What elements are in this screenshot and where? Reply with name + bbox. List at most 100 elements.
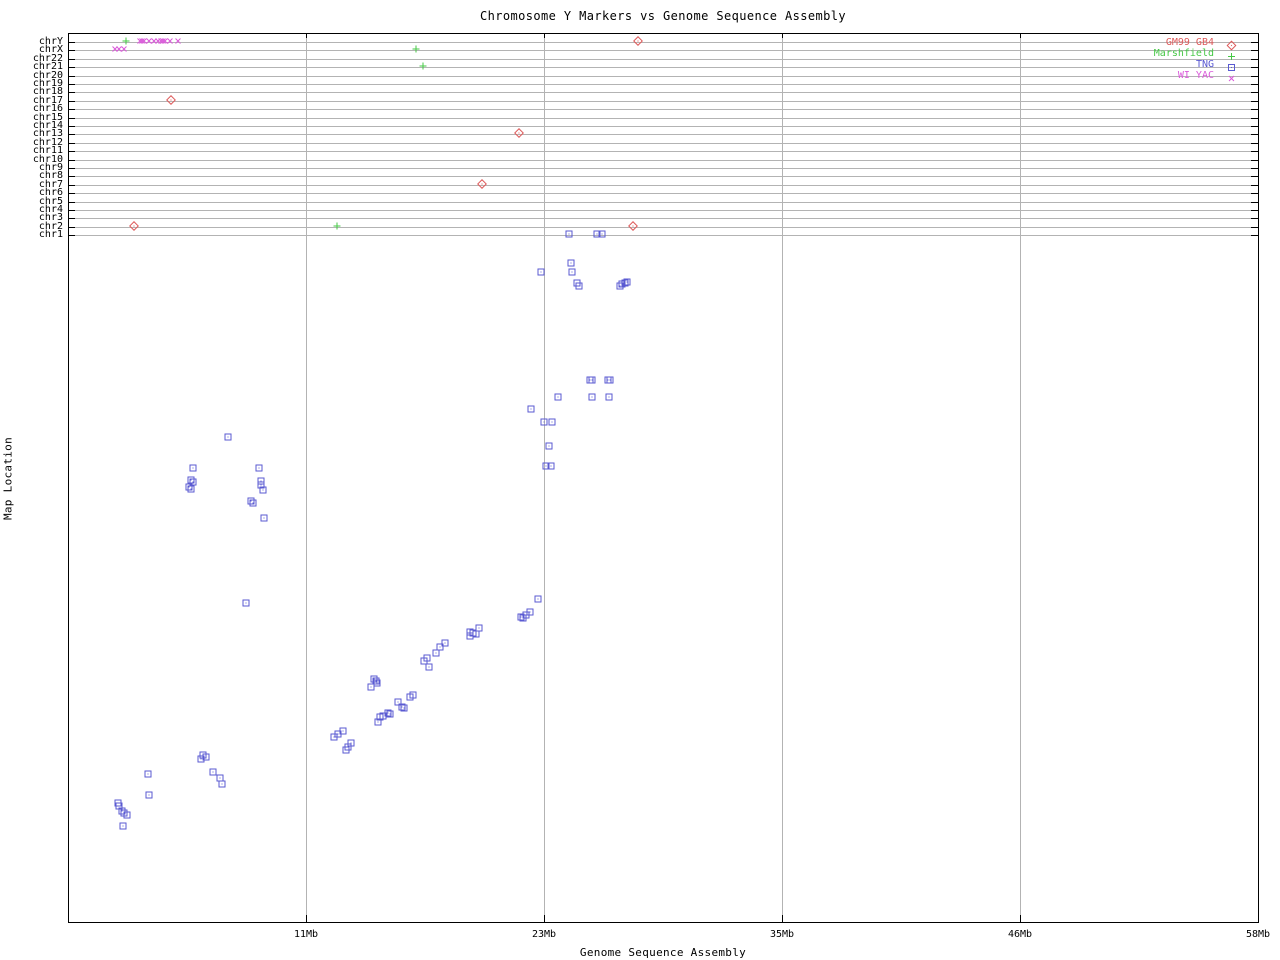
x-gridline — [782, 33, 783, 922]
marker-tng — [568, 268, 576, 276]
y-tick-right — [1251, 126, 1258, 127]
legend-marker-wi-yac — [1228, 75, 1235, 82]
marker-tng — [466, 632, 474, 640]
marker-tng — [588, 393, 596, 401]
marker-tng — [189, 464, 197, 472]
x-tick-label: 35Mb — [769, 929, 795, 940]
row-gridline — [68, 100, 1258, 102]
y-tick-left — [68, 100, 75, 102]
y-tick-left — [68, 109, 75, 111]
marker-gm99-gb4 — [628, 220, 639, 231]
y-tick-right — [1251, 117, 1258, 119]
y-tick-right — [1251, 84, 1258, 85]
marker-tng — [255, 464, 263, 472]
plot-border-right — [1258, 33, 1259, 922]
marker-tng — [224, 433, 232, 441]
y-tick-right — [1251, 201, 1258, 203]
legend-item-gm99-gb4: GM99 GB4 — [1020, 37, 1240, 51]
legend-item-tng: TNG — [1020, 59, 1240, 71]
marker-tng — [545, 442, 553, 450]
x-tick-label: 11Mb — [293, 929, 319, 940]
marker-tng — [432, 649, 440, 657]
marker-tng — [145, 791, 153, 799]
marker-tng — [606, 376, 614, 384]
y-tick-right — [1251, 142, 1258, 144]
y-tick-right — [1251, 67, 1258, 69]
y-axis-title: Map Location — [1, 436, 15, 521]
y-tick-right — [1251, 100, 1258, 102]
legend-item-marshfield: Marshfield — [1020, 48, 1240, 60]
marker-tng — [565, 230, 573, 238]
y-tick-left — [68, 226, 75, 228]
row-gridline — [68, 235, 1258, 237]
y-row-label-chr1: chr1 — [38, 229, 63, 241]
y-tick-right — [1251, 226, 1258, 228]
y-tick-right — [1251, 193, 1258, 195]
row-gridline — [68, 134, 1258, 136]
chart-title: Chromosome Y Markers vs Genome Sequence … — [480, 9, 846, 23]
marker-wi-yac — [174, 38, 181, 45]
marker-tng — [374, 718, 382, 726]
marker-tng — [567, 259, 575, 267]
y-tick-right — [1251, 134, 1258, 136]
x-tick-label: 46Mb — [1007, 929, 1033, 940]
y-tick-right — [1251, 75, 1258, 77]
legend-label-marshfield: Marshfield — [1153, 48, 1214, 59]
row-gridline — [68, 210, 1258, 211]
marker-tng — [588, 376, 596, 384]
marker-tng — [472, 630, 480, 638]
row-gridline — [68, 218, 1258, 220]
row-gridline — [68, 159, 1258, 161]
marker-marshfield — [333, 222, 341, 230]
x-axis-title: Genome Sequence Assembly — [579, 946, 747, 959]
marker-marshfield — [122, 37, 130, 45]
y-tick-left — [68, 67, 75, 69]
marker-gm99-gb4 — [477, 178, 488, 189]
y-tick-left — [68, 117, 75, 119]
marker-tng — [260, 514, 268, 522]
y-tick-left — [68, 42, 75, 43]
row-gridline — [68, 184, 1258, 186]
marker-gm99-gb4 — [514, 128, 525, 139]
legend-label-wi-yac: WI YAC — [1177, 70, 1214, 81]
y-tick-right — [1251, 218, 1258, 220]
x-tick-bottom — [306, 915, 307, 922]
marker-tng — [527, 405, 535, 413]
chart-canvas: Chromosome Y Markers vs Genome Sequence … — [0, 0, 1280, 960]
marker-tng — [197, 755, 205, 763]
y-tick-left — [68, 151, 75, 153]
marker-tng — [123, 811, 131, 819]
marker-tng — [406, 693, 414, 701]
marker-marshfield — [419, 62, 427, 70]
row-gridline — [68, 201, 1258, 203]
y-tick-right — [1251, 50, 1258, 52]
x-tick-bottom — [544, 915, 545, 922]
y-tick-right — [1251, 210, 1258, 211]
row-gridline — [68, 117, 1258, 119]
y-tick-right — [1251, 176, 1258, 178]
y-tick-left — [68, 210, 75, 211]
y-tick-left — [68, 159, 75, 161]
y-tick-left — [68, 126, 75, 127]
y-tick-right — [1251, 58, 1258, 60]
marker-tng — [623, 278, 631, 286]
x-tick-label: 23Mb — [531, 929, 557, 940]
marker-tng — [537, 268, 545, 276]
marker-tng — [119, 822, 127, 830]
marker-tng — [554, 393, 562, 401]
plot-border-left — [68, 33, 69, 922]
row-gridline — [68, 84, 1258, 85]
marker-tng — [373, 679, 381, 687]
marker-tng — [249, 499, 257, 507]
y-tick-left — [68, 168, 75, 169]
row-gridline — [68, 92, 1258, 94]
row-gridline — [68, 126, 1258, 127]
y-tick-right — [1251, 184, 1258, 186]
y-tick-left — [68, 184, 75, 186]
marker-tng — [330, 733, 338, 741]
y-tick-left — [68, 193, 75, 195]
marker-wi-yac — [121, 46, 128, 53]
marker-gm99-gb4 — [128, 220, 139, 231]
marker-tng — [242, 599, 250, 607]
marker-tng — [259, 486, 267, 494]
